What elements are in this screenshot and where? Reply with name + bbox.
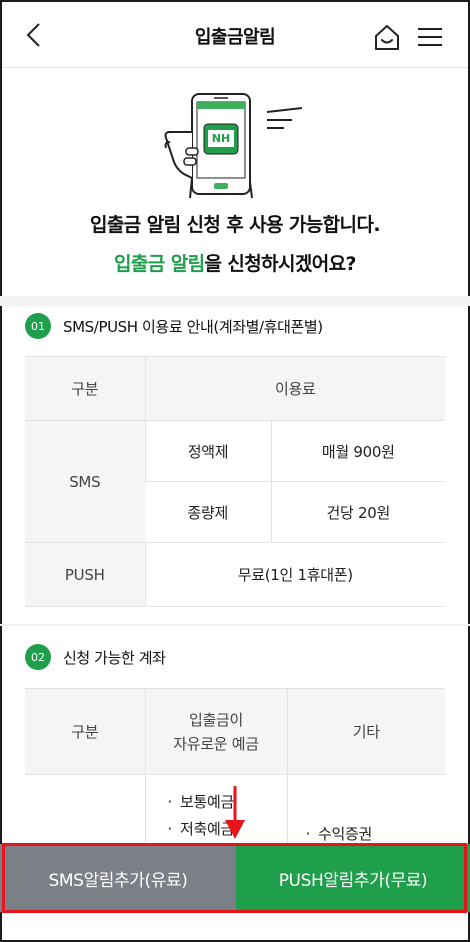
bottom-button-bar: SMS알림추가(유료) PUSH알림추가(무료) xyxy=(0,844,470,912)
account-header-category: 구분 xyxy=(25,688,145,775)
sms-price-metered: 건당 20원 xyxy=(270,481,445,543)
table-row: PUSH 무료(1인 1휴대폰) xyxy=(25,542,445,607)
sms-plan-metered: 종량제 xyxy=(145,481,271,543)
add-push-alert-button[interactable]: PUSH알림추가(무료) xyxy=(236,844,470,912)
nh-logo-text: NH xyxy=(211,132,231,145)
section-2-number-badge: 02 xyxy=(25,644,51,670)
table-row: 구분 이용료 xyxy=(25,356,445,421)
intro-line-2-rest: 을 신청하시겠어요? xyxy=(204,253,356,275)
hamburger-menu-icon xyxy=(418,28,442,46)
fee-header-category: 구분 xyxy=(25,356,145,421)
account-header-deposit-line1: 입출금이 xyxy=(188,710,243,729)
account-header-deposit: 입출금이 자유로운 예금 xyxy=(144,688,287,775)
list-item: 보통예금 xyxy=(168,789,287,816)
section-divider xyxy=(0,624,470,626)
intro-line-2: 입출금 알림을 신청하시겠어요? xyxy=(0,249,470,276)
fee-table: 구분 이용료 SMS 정액제 매월 900원 종량제 건당 20원 PUSH 무… xyxy=(25,356,445,607)
sms-label-cell: SMS xyxy=(25,420,145,543)
add-sms-alert-button[interactable]: SMS알림추가(유료) xyxy=(0,844,236,912)
push-price-cell: 무료(1인 1휴대폰) xyxy=(144,542,445,607)
section-2-title: 신청 가능한 계좌 xyxy=(63,648,166,667)
push-label-cell: PUSH xyxy=(25,542,145,607)
intro-accent-text: 입출금 알림 xyxy=(114,253,205,275)
phone-illustration: NH xyxy=(160,92,310,202)
section-1-title: SMS/PUSH 이용료 안내(계좌별/휴대폰별) xyxy=(63,317,323,336)
account-table: 구분 입출금이 자유로운 예금 기타 보통예금 저축예금 수익증권 xyxy=(25,688,445,865)
home-button[interactable] xyxy=(372,22,402,52)
table-row: 구분 입출금이 자유로운 예금 기타 xyxy=(25,688,445,775)
home-icon xyxy=(375,25,399,50)
section-1-number-badge: 01 xyxy=(25,313,51,339)
account-header-deposit-line2: 자유로운 예금 xyxy=(173,734,259,753)
list-item: 저축예금 xyxy=(168,816,287,843)
table-row: SMS 정액제 매월 900원 xyxy=(25,420,445,543)
account-header-other: 기타 xyxy=(286,688,445,775)
sms-plan-flat: 정액제 xyxy=(144,420,271,482)
intro-text: 입출금 알림 신청 후 사용 가능합니다. 입출금 알림을 신청하시겠어요? xyxy=(0,210,470,276)
section-divider xyxy=(0,296,470,306)
section-1-heading: 01 SMS/PUSH 이용료 안내(계좌별/휴대폰별) xyxy=(25,313,323,339)
intro-line-1: 입출금 알림 신청 후 사용 가능합니다. xyxy=(90,214,381,236)
top-header: 입출금알림 xyxy=(2,2,468,68)
fee-header-fee: 이용료 xyxy=(144,356,445,421)
section-2-heading: 02 신청 가능한 계좌 xyxy=(25,644,166,670)
sms-price-flat: 매월 900원 xyxy=(270,420,445,482)
menu-button[interactable] xyxy=(414,22,446,52)
